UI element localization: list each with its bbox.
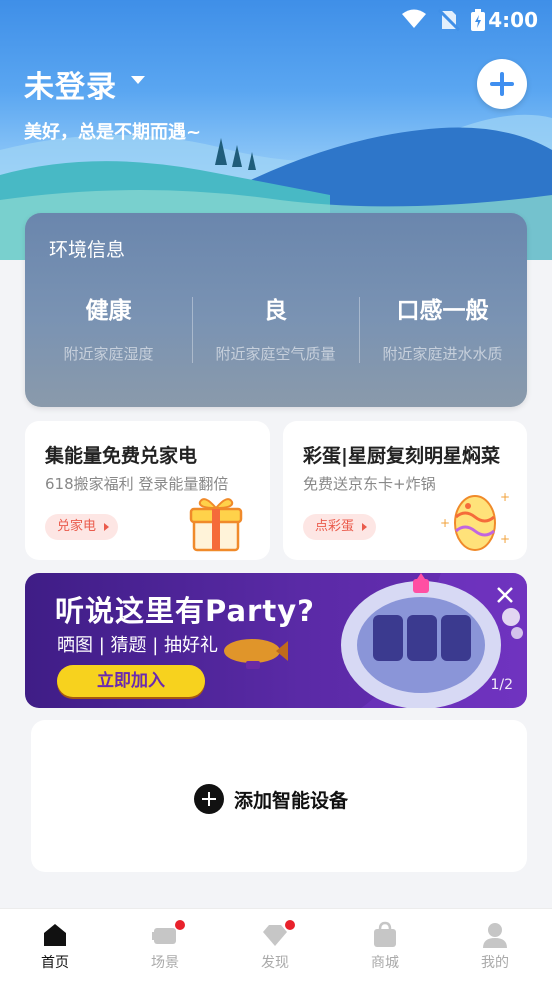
tab-profile[interactable]: 我的 [440, 909, 550, 982]
profile-icon [483, 923, 507, 948]
add-circle-icon [194, 784, 224, 814]
env-label: 附近家庭空气质量 [215, 345, 336, 363]
status-time: 4:00 [488, 8, 538, 32]
close-icon[interactable] [493, 583, 517, 607]
svg-text:+: + [440, 516, 450, 530]
tab-label: 场景 [151, 955, 179, 971]
environment-heading: 环境信息 [49, 239, 126, 261]
login-title[interactable]: 未登录 [24, 62, 117, 106]
promo-button[interactable]: 兑家电 [45, 514, 119, 540]
notification-badge [175, 920, 185, 930]
tab-scene[interactable]: 场景 [110, 909, 220, 982]
banner-title: 听说这里有Party? [55, 594, 315, 628]
promo-subtitle: 免费送京东卡+炸锅 [303, 475, 436, 493]
env-water-quality: 口感一般 附近家庭进水水质 [359, 291, 526, 364]
party-banner[interactable]: 听说这里有Party? 晒图 | 猜题 | 抽好礼 立即加入 1/2 [25, 573, 527, 708]
add-device-button[interactable]: 添加智能设备 [194, 784, 348, 814]
battery-charging-icon [471, 9, 485, 31]
tab-home[interactable]: 首页 [0, 909, 110, 982]
bottom-tab-bar: 首页 场景 发现 商城 我的 [0, 908, 552, 982]
blimp-illustration [224, 639, 288, 669]
svg-text:+: + [500, 490, 510, 504]
notification-badge [285, 920, 295, 930]
env-humidity: 健康 附近家庭湿度 [25, 291, 192, 364]
tab-label: 首页 [41, 955, 69, 971]
promo-subtitle: 618搬家福利 登录能量翻倍 [45, 475, 229, 493]
tab-label: 商城 [371, 955, 399, 971]
add-device-card[interactable]: 添加智能设备 [31, 720, 527, 872]
env-label: 附近家庭进水水质 [382, 345, 503, 363]
environment-card[interactable]: 环境信息 健康 附近家庭湿度 良 附近家庭空气质量 口感一般 附近家庭进水水质 [25, 213, 527, 407]
banner-page-indicator: 1/2 [490, 677, 513, 693]
promo-card-energy[interactable]: 集能量免费兑家电 618搬家福利 登录能量翻倍 兑家电 [25, 421, 270, 560]
easter-egg-icon: + + + [440, 490, 510, 551]
tab-label: 发现 [261, 955, 289, 971]
status-bar: 4:00 [0, 0, 552, 40]
env-air-quality: 良 附近家庭空气质量 [192, 291, 359, 364]
promo-title: 集能量免费兑家电 [45, 445, 198, 467]
banner-subtitle: 晒图 | 猜题 | 抽好礼 [57, 635, 219, 656]
tab-label: 我的 [481, 955, 509, 971]
shop-bag-icon [374, 921, 396, 947]
header-slogan: 美好，总是不期而遇~ [24, 122, 202, 143]
svg-text:+: + [500, 532, 510, 546]
env-label: 附近家庭湿度 [63, 345, 154, 363]
add-icon-button[interactable] [477, 59, 527, 109]
gift-box-icon [189, 498, 243, 552]
add-device-label: 添加智能设备 [234, 789, 349, 812]
promo-button[interactable]: 点彩蛋 [303, 514, 377, 540]
env-value: 健康 [85, 298, 132, 324]
tab-shop[interactable]: 商城 [330, 909, 440, 982]
no-sim-icon [438, 9, 460, 31]
home-icon [44, 924, 66, 946]
promo-card-easter-egg[interactable]: 彩蛋|星厨复刻明星焖菜 免费送京东卡+炸锅 点彩蛋 + + + [283, 421, 527, 560]
tab-discover[interactable]: 发现 [220, 909, 330, 982]
promo-title: 彩蛋|星厨复刻明星焖菜 [303, 445, 500, 467]
env-value: 口感一般 [396, 298, 489, 324]
join-now-button[interactable]: 立即加入 [57, 665, 205, 697]
chevron-down-icon[interactable] [131, 76, 145, 84]
wifi-icon [402, 9, 426, 28]
env-value: 良 [264, 298, 287, 324]
